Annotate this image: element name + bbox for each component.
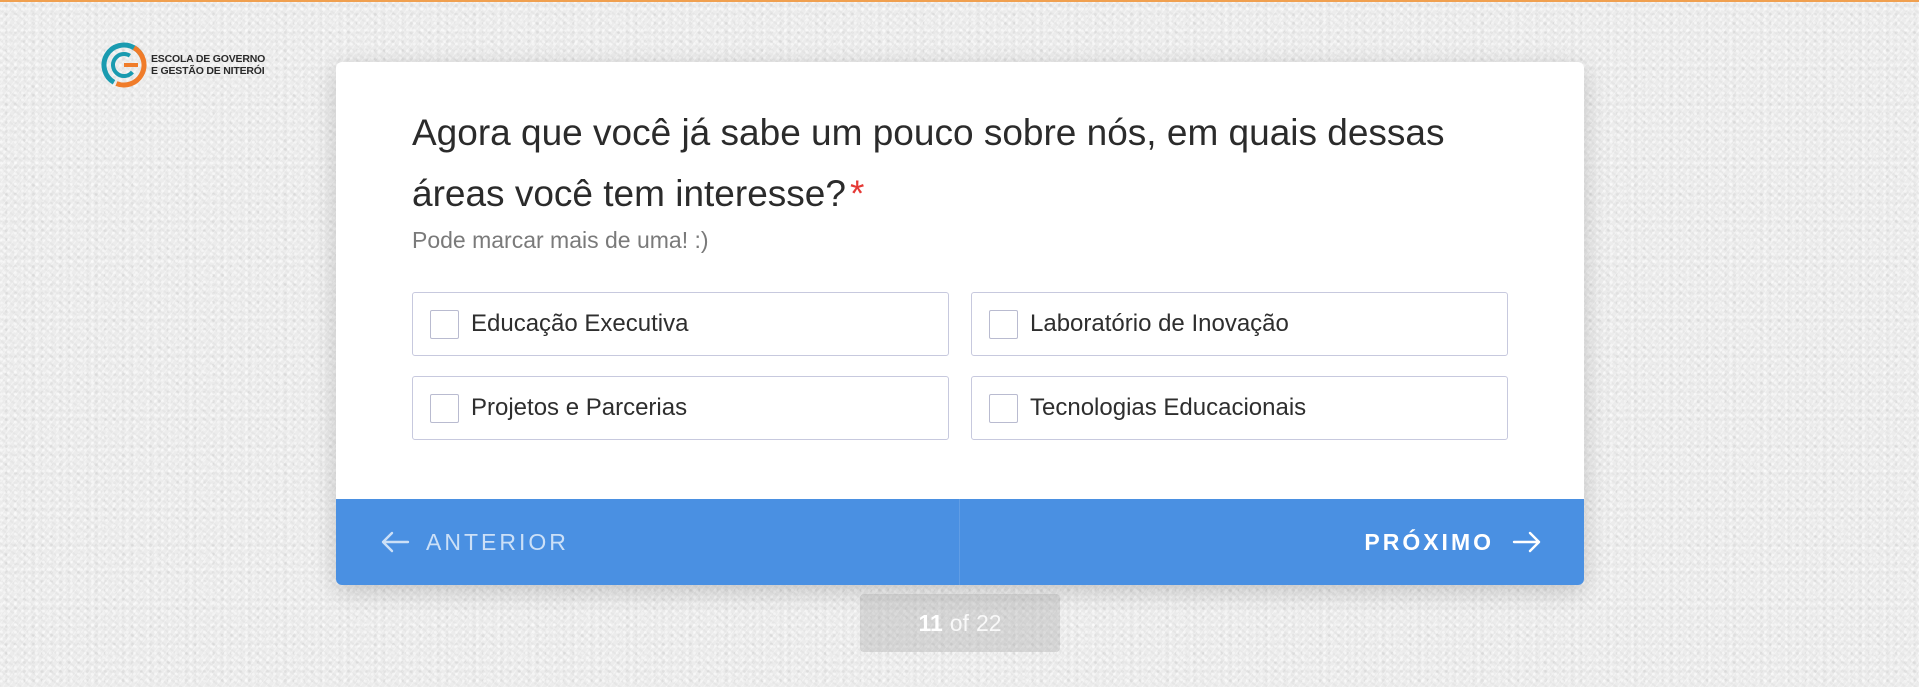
previous-button[interactable]: ANTERIOR [336, 499, 960, 585]
page-current: 11 [918, 609, 943, 636]
option-label: Educação Executiva [471, 310, 689, 337]
logo: ESCOLA DE GOVERNO E GESTÃO DE NITERÓI [100, 41, 265, 89]
option-label: Tecnologias Educacionais [1030, 394, 1307, 421]
options-grid: Educação Executiva Laboratório de Inovaç… [412, 292, 1513, 440]
question-text: Agora que você já sabe um pouco sobre nó… [412, 112, 1445, 214]
page-separator: of [949, 609, 969, 636]
option-projetos-e-parcerias[interactable]: Projetos e Parcerias [412, 376, 949, 440]
page-counter: 11 of 22 [860, 594, 1060, 652]
logo-icon [101, 42, 147, 88]
option-tecnologias-educacionais[interactable]: Tecnologias Educacionais [971, 376, 1508, 440]
navigation-bar: ANTERIOR PRÓXIMO [336, 499, 1584, 585]
checkbox[interactable] [430, 393, 459, 423]
question-card: Agora que você já sabe um pouco sobre nó… [336, 62, 1584, 585]
logo-line-2: E GESTÃO DE NITERÓI [151, 65, 265, 77]
arrow-left-icon [381, 531, 410, 553]
checkbox[interactable] [989, 393, 1018, 423]
previous-label: ANTERIOR [426, 528, 569, 555]
checkbox[interactable] [989, 309, 1018, 339]
next-label: PRÓXIMO [1364, 528, 1494, 555]
required-asterisk: * [849, 173, 865, 214]
logo-text: ESCOLA DE GOVERNO E GESTÃO DE NITERÓI [151, 53, 265, 77]
option-label: Projetos e Parcerias [471, 394, 688, 421]
top-accent-line [0, 0, 1919, 2]
next-button[interactable]: PRÓXIMO [960, 499, 1584, 585]
option-educacao-executiva[interactable]: Educação Executiva [412, 292, 949, 356]
question-subtitle: Pode marcar mais de uma! :) [412, 227, 709, 253]
option-label: Laboratório de Inovação [1030, 310, 1289, 337]
option-laboratorio-de-inovacao[interactable]: Laboratório de Inovação [971, 292, 1508, 356]
page-total: 22 [975, 609, 1002, 636]
logo-line-1: ESCOLA DE GOVERNO [151, 53, 266, 65]
checkbox[interactable] [430, 309, 459, 339]
question-title: Agora que você já sabe um pouco sobre nó… [412, 102, 1502, 224]
arrow-right-icon [1512, 531, 1541, 553]
